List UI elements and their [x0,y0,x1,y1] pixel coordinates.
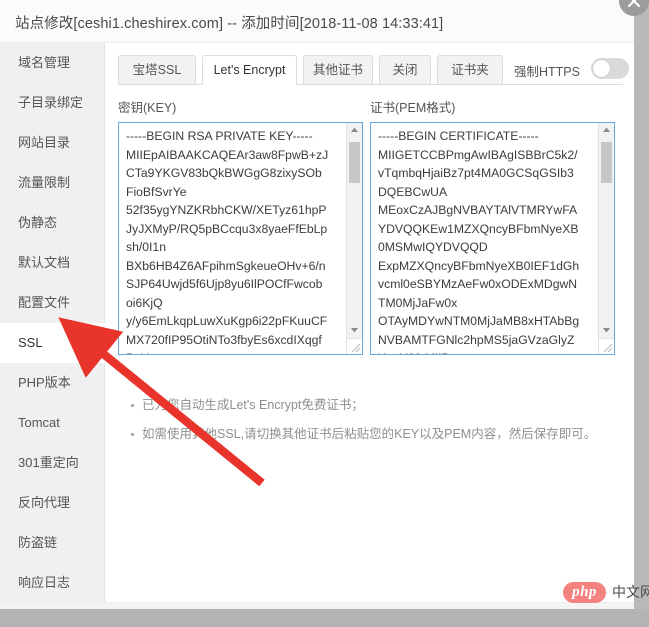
sidebar-item-label: 反向代理 [18,495,71,510]
list-item: 已为您自动生成Let's Encrypt免费证书； [131,391,622,420]
sidebar-item-label: 子目录绑定 [18,95,84,110]
sidebar-item-response-log[interactable]: 响应日志 [0,563,104,603]
sidebar-item-anti-leech[interactable]: 防盗链 [0,523,104,563]
page-background-right [634,0,649,609]
scroll-down-arrow-icon[interactable] [599,322,614,337]
sidebar-item-domain-manage[interactable]: 域名管理 [0,43,104,83]
key-scrollbar-thumb[interactable] [349,142,360,183]
tab-label: Let's Encrypt [213,63,286,77]
dialog-sidebar: 域名管理 子目录绑定 网站目录 流量限制 伪静态 默认文档 配置文件 SSL P… [0,43,105,602]
ssl-notes-list: 已为您自动生成Let's Encrypt免费证书； 如需使用其他SSL,请切换其… [128,391,622,449]
page-background-bottom [0,609,649,627]
key-scrollbar[interactable] [346,123,362,354]
watermark: php 中文网 [563,581,649,603]
sidebar-item-label: 伪静态 [18,215,58,230]
sidebar-item-label: 流量限制 [18,175,71,190]
sidebar-item-label: Tomcat [18,415,60,430]
list-item: 如需使用其他SSL,请切换其他证书后粘贴您的KEY以及PEM内容，然后保存即可。 [131,420,622,449]
sidebar-item-label: 默认文档 [18,255,71,270]
tab-close-ssl[interactable]: 关闭 [379,55,431,85]
sidebar-item-subdir-bind[interactable]: 子目录绑定 [0,83,104,123]
sidebar-item-label: 网站目录 [18,135,71,150]
sidebar-item-label: SSL [18,335,43,350]
cert-scrollbar-thumb[interactable] [601,142,612,183]
tab-label: 关闭 [392,63,418,77]
watermark-badge: php [563,581,606,603]
ssl-panel: 宝塔SSL Let's Encrypt 其他证书 关闭 证书夹 强制HTTPS … [106,43,634,602]
key-textarea[interactable] [119,123,333,354]
sidebar-item-301-redirect[interactable]: 301重定向 [0,443,104,483]
sidebar-item-label: 301重定向 [18,455,79,470]
tab-lets-encrypt[interactable]: Let's Encrypt [202,55,297,85]
sidebar-item-reverse-proxy[interactable]: 反向代理 [0,483,104,523]
scroll-up-arrow-icon[interactable] [347,123,362,138]
sidebar-item-label: 防盗链 [18,535,58,550]
force-https-label: 强制HTTPS [514,65,580,79]
sidebar-item-ssl[interactable]: SSL [0,323,105,363]
force-https-toggle[interactable] [591,58,629,79]
site-edit-dialog: 站点修改[ceshi1.cheshirex.com] -- 添加时间[2018-… [0,0,634,609]
cert-field-label: 证书(PEM格式) [370,101,456,115]
cert-resize-grip-icon[interactable] [598,338,614,354]
dialog-titlebar: 站点修改[ceshi1.cheshirex.com] -- 添加时间[2018-… [0,0,634,43]
sidebar-item-traffic-limit[interactable]: 流量限制 [0,163,104,203]
scroll-down-arrow-icon[interactable] [347,322,362,337]
scroll-up-arrow-icon[interactable] [599,123,614,138]
key-field-label: 密钥(KEY) [118,101,177,115]
tab-other-cert[interactable]: 其他证书 [303,55,373,85]
cert-scrollbar[interactable] [598,123,614,354]
sidebar-item-default-doc[interactable]: 默认文档 [0,243,104,283]
tab-cert-folder[interactable]: 证书夹 [437,55,503,85]
dialog-footer [0,602,634,609]
key-resize-grip-icon[interactable] [346,338,362,354]
sidebar-item-tomcat[interactable]: Tomcat [0,403,104,443]
ssl-tabbar: 宝塔SSL Let's Encrypt 其他证书 关闭 证书夹 强制HTTPS [118,55,629,85]
watermark-text: 中文网 [612,584,649,600]
tab-label: 宝塔SSL [132,63,182,77]
tab-label: 其他证书 [313,63,364,77]
sidebar-item-label: 配置文件 [18,295,71,310]
tab-bt-ssl[interactable]: 宝塔SSL [118,55,196,85]
cert-textarea-wrap [370,122,615,355]
key-textarea-wrap [118,122,363,355]
cert-field-group: 证书(PEM格式) [370,97,615,355]
sidebar-item-php-version[interactable]: PHP版本 [0,363,104,403]
dialog-title: 站点修改[ceshi1.cheshirex.com] -- 添加时间[2018-… [15,16,444,32]
screenshot-root: 站点修改[ceshi1.cheshirex.com] -- 添加时间[2018-… [0,0,649,627]
key-field-group: 密钥(KEY) [118,97,363,355]
sidebar-item-config-file[interactable]: 配置文件 [0,283,104,323]
toggle-knob [593,60,610,77]
tab-label: 证书夹 [451,63,489,77]
cert-textarea[interactable] [371,123,585,354]
sidebar-item-site-dir[interactable]: 网站目录 [0,123,104,163]
sidebar-item-rewrite[interactable]: 伪静态 [0,203,104,243]
sidebar-item-label: 域名管理 [18,55,71,70]
sidebar-item-label: PHP版本 [18,375,71,390]
sidebar-item-label: 响应日志 [18,575,71,590]
